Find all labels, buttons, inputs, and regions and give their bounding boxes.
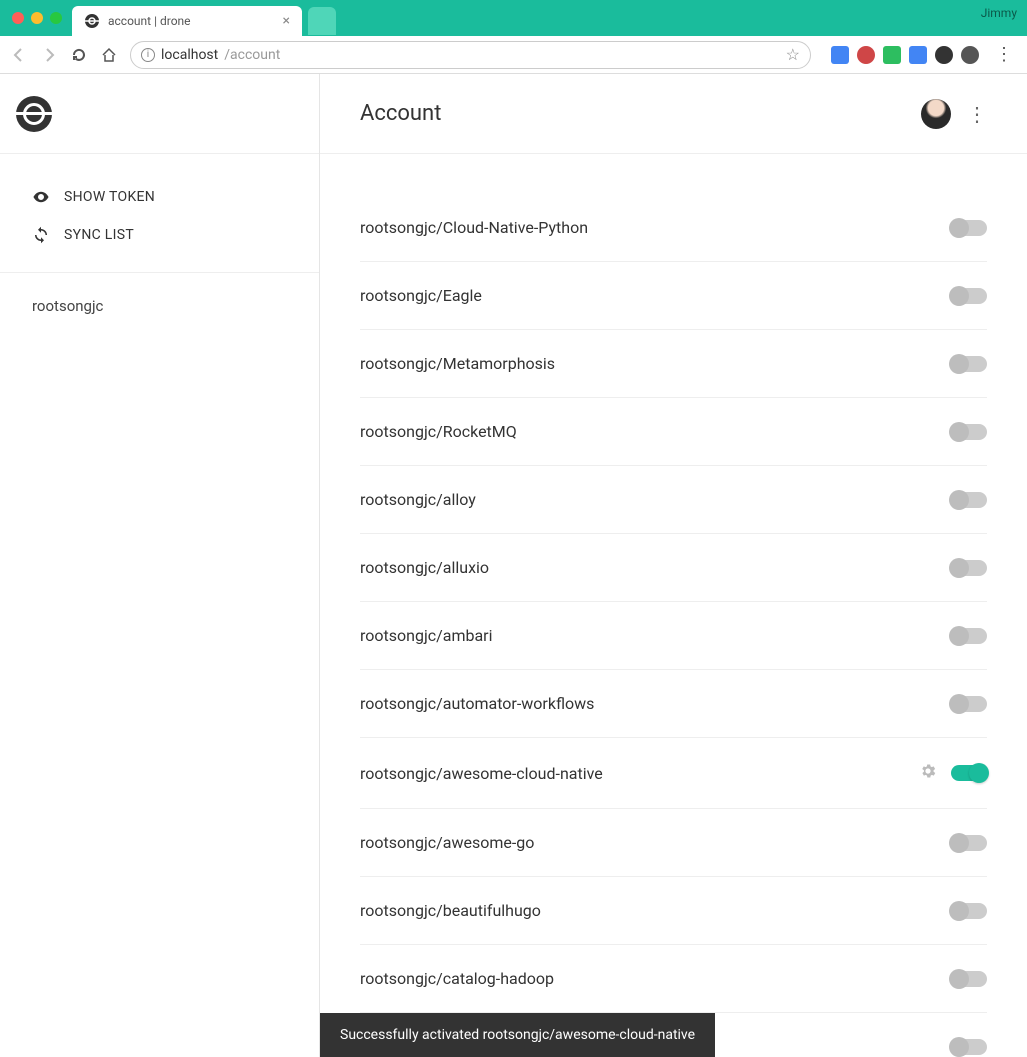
repo-name[interactable]: rootsongjc/Cloud-Native-Python	[360, 218, 588, 237]
window-controls	[12, 12, 62, 24]
extensions-tray	[831, 46, 979, 64]
extension-icon[interactable]	[831, 46, 849, 64]
repo-row: rootsongjc/RocketMQ	[360, 398, 987, 466]
url-path: /account	[224, 47, 280, 63]
repo-name[interactable]: rootsongjc/alluxio	[360, 558, 489, 577]
repo-toggle[interactable]	[951, 356, 987, 372]
header-menu-button[interactable]: ⋮	[967, 102, 987, 126]
gear-icon[interactable]	[919, 762, 937, 784]
extension-icon[interactable]	[883, 46, 901, 64]
main-header: Account ⋮	[320, 74, 1027, 154]
user-avatar[interactable]	[921, 99, 951, 129]
extension-icon[interactable]	[961, 46, 979, 64]
repo-name[interactable]: rootsongjc/awesome-cloud-native	[360, 764, 603, 783]
repo-toggle[interactable]	[951, 560, 987, 576]
repo-row: rootsongjc/automator-workflows	[360, 670, 987, 738]
repo-row: rootsongjc/ambari	[360, 602, 987, 670]
sync-icon	[32, 226, 50, 244]
extension-icon[interactable]	[935, 46, 953, 64]
repo-list: rootsongjc/Cloud-Native-Python rootsongjc…	[320, 154, 1027, 1057]
repo-name[interactable]: rootsongjc/Metamorphosis	[360, 354, 555, 373]
repo-controls	[951, 835, 987, 851]
maximize-window-button[interactable]	[50, 12, 62, 24]
url-bar[interactable]: i localhost/account ☆	[130, 41, 811, 69]
drone-logo-icon[interactable]	[16, 96, 52, 132]
sidebar-item-label: SYNC LIST	[64, 227, 134, 243]
url-host: localhost	[161, 47, 218, 63]
repo-row: rootsongjc/awesome-go	[360, 809, 987, 877]
sidebar-item-show-token[interactable]: SHOW TOKEN	[0, 178, 319, 216]
sidebar: SHOW TOKEN SYNC LIST rootsongjc	[0, 74, 320, 1057]
repo-toggle[interactable]	[951, 628, 987, 644]
repo-name[interactable]: rootsongjc/alloy	[360, 490, 476, 509]
repo-controls	[951, 696, 987, 712]
favicon-icon	[84, 13, 100, 29]
repo-controls	[951, 903, 987, 919]
repo-toggle[interactable]	[951, 835, 987, 851]
repo-name[interactable]: rootsongjc/automator-workflows	[360, 694, 594, 713]
minimize-window-button[interactable]	[31, 12, 43, 24]
repo-row: rootsongjc/Metamorphosis	[360, 330, 987, 398]
logo-area	[0, 74, 319, 154]
repo-name[interactable]: rootsongjc/RocketMQ	[360, 422, 517, 441]
forward-button[interactable]	[40, 46, 58, 64]
repo-toggle[interactable]	[951, 1039, 987, 1055]
repo-toggle[interactable]	[951, 492, 987, 508]
repo-toggle[interactable]	[951, 971, 987, 987]
reload-button[interactable]	[70, 46, 88, 64]
repo-controls	[951, 220, 987, 236]
repo-controls	[951, 424, 987, 440]
repo-row: rootsongjc/Cloud-Native-Python	[360, 194, 987, 262]
browser-profile-name: Jimmy	[981, 6, 1017, 20]
browser-toolbar: i localhost/account ☆ ⋮	[0, 36, 1027, 74]
repo-controls	[951, 288, 987, 304]
repo-name[interactable]: rootsongjc/awesome-go	[360, 833, 534, 852]
back-button[interactable]	[10, 46, 28, 64]
repo-name[interactable]: rootsongjc/beautifulhugo	[360, 901, 541, 920]
bookmark-star-icon[interactable]: ☆	[786, 45, 800, 64]
extension-icon[interactable]	[857, 46, 875, 64]
new-tab-button[interactable]	[308, 7, 336, 35]
browser-titlebar: account | drone × Jimmy	[0, 0, 1027, 36]
sidebar-user[interactable]: rootsongjc	[0, 273, 319, 339]
repo-controls	[951, 492, 987, 508]
browser-tab-active[interactable]: account | drone ×	[72, 6, 302, 36]
repo-row: rootsongjc/awesome-cloud-native	[360, 738, 987, 809]
repo-row: rootsongjc/Eagle	[360, 262, 987, 330]
repo-toggle[interactable]	[951, 220, 987, 236]
repo-toggle[interactable]	[951, 765, 987, 781]
close-window-button[interactable]	[12, 12, 24, 24]
sidebar-user-label: rootsongjc	[32, 297, 103, 315]
page-title: Account	[360, 101, 441, 126]
repo-row: rootsongjc/alluxio	[360, 534, 987, 602]
repo-toggle[interactable]	[951, 903, 987, 919]
repo-controls	[951, 560, 987, 576]
repo-controls	[951, 1039, 987, 1055]
repo-row: rootsongjc/catalog-hadoop	[360, 945, 987, 1013]
repo-toggle[interactable]	[951, 696, 987, 712]
extension-icon[interactable]	[909, 46, 927, 64]
repo-row: rootsongjc/beautifulhugo	[360, 877, 987, 945]
repo-name[interactable]: rootsongjc/Eagle	[360, 286, 482, 305]
repo-controls	[919, 762, 987, 784]
sidebar-item-label: SHOW TOKEN	[64, 189, 155, 205]
repo-toggle[interactable]	[951, 288, 987, 304]
home-button[interactable]	[100, 46, 118, 64]
repo-controls	[951, 628, 987, 644]
tab-title: account | drone	[108, 14, 275, 28]
toast-message: Successfully activated rootsongjc/awesom…	[340, 1027, 695, 1043]
close-tab-button[interactable]: ×	[283, 13, 290, 29]
repo-toggle[interactable]	[951, 424, 987, 440]
repo-name[interactable]: rootsongjc/catalog-hadoop	[360, 969, 554, 988]
repo-row: rootsongjc/alloy	[360, 466, 987, 534]
eye-icon	[32, 188, 50, 206]
toast-notification: Successfully activated rootsongjc/awesom…	[320, 1013, 715, 1057]
repo-controls	[951, 971, 987, 987]
sidebar-item-sync-list[interactable]: SYNC LIST	[0, 216, 319, 254]
browser-menu-button[interactable]: ⋮	[991, 44, 1017, 65]
repo-name[interactable]: rootsongjc/ambari	[360, 626, 493, 645]
repo-controls	[951, 356, 987, 372]
site-info-icon[interactable]: i	[141, 48, 155, 62]
